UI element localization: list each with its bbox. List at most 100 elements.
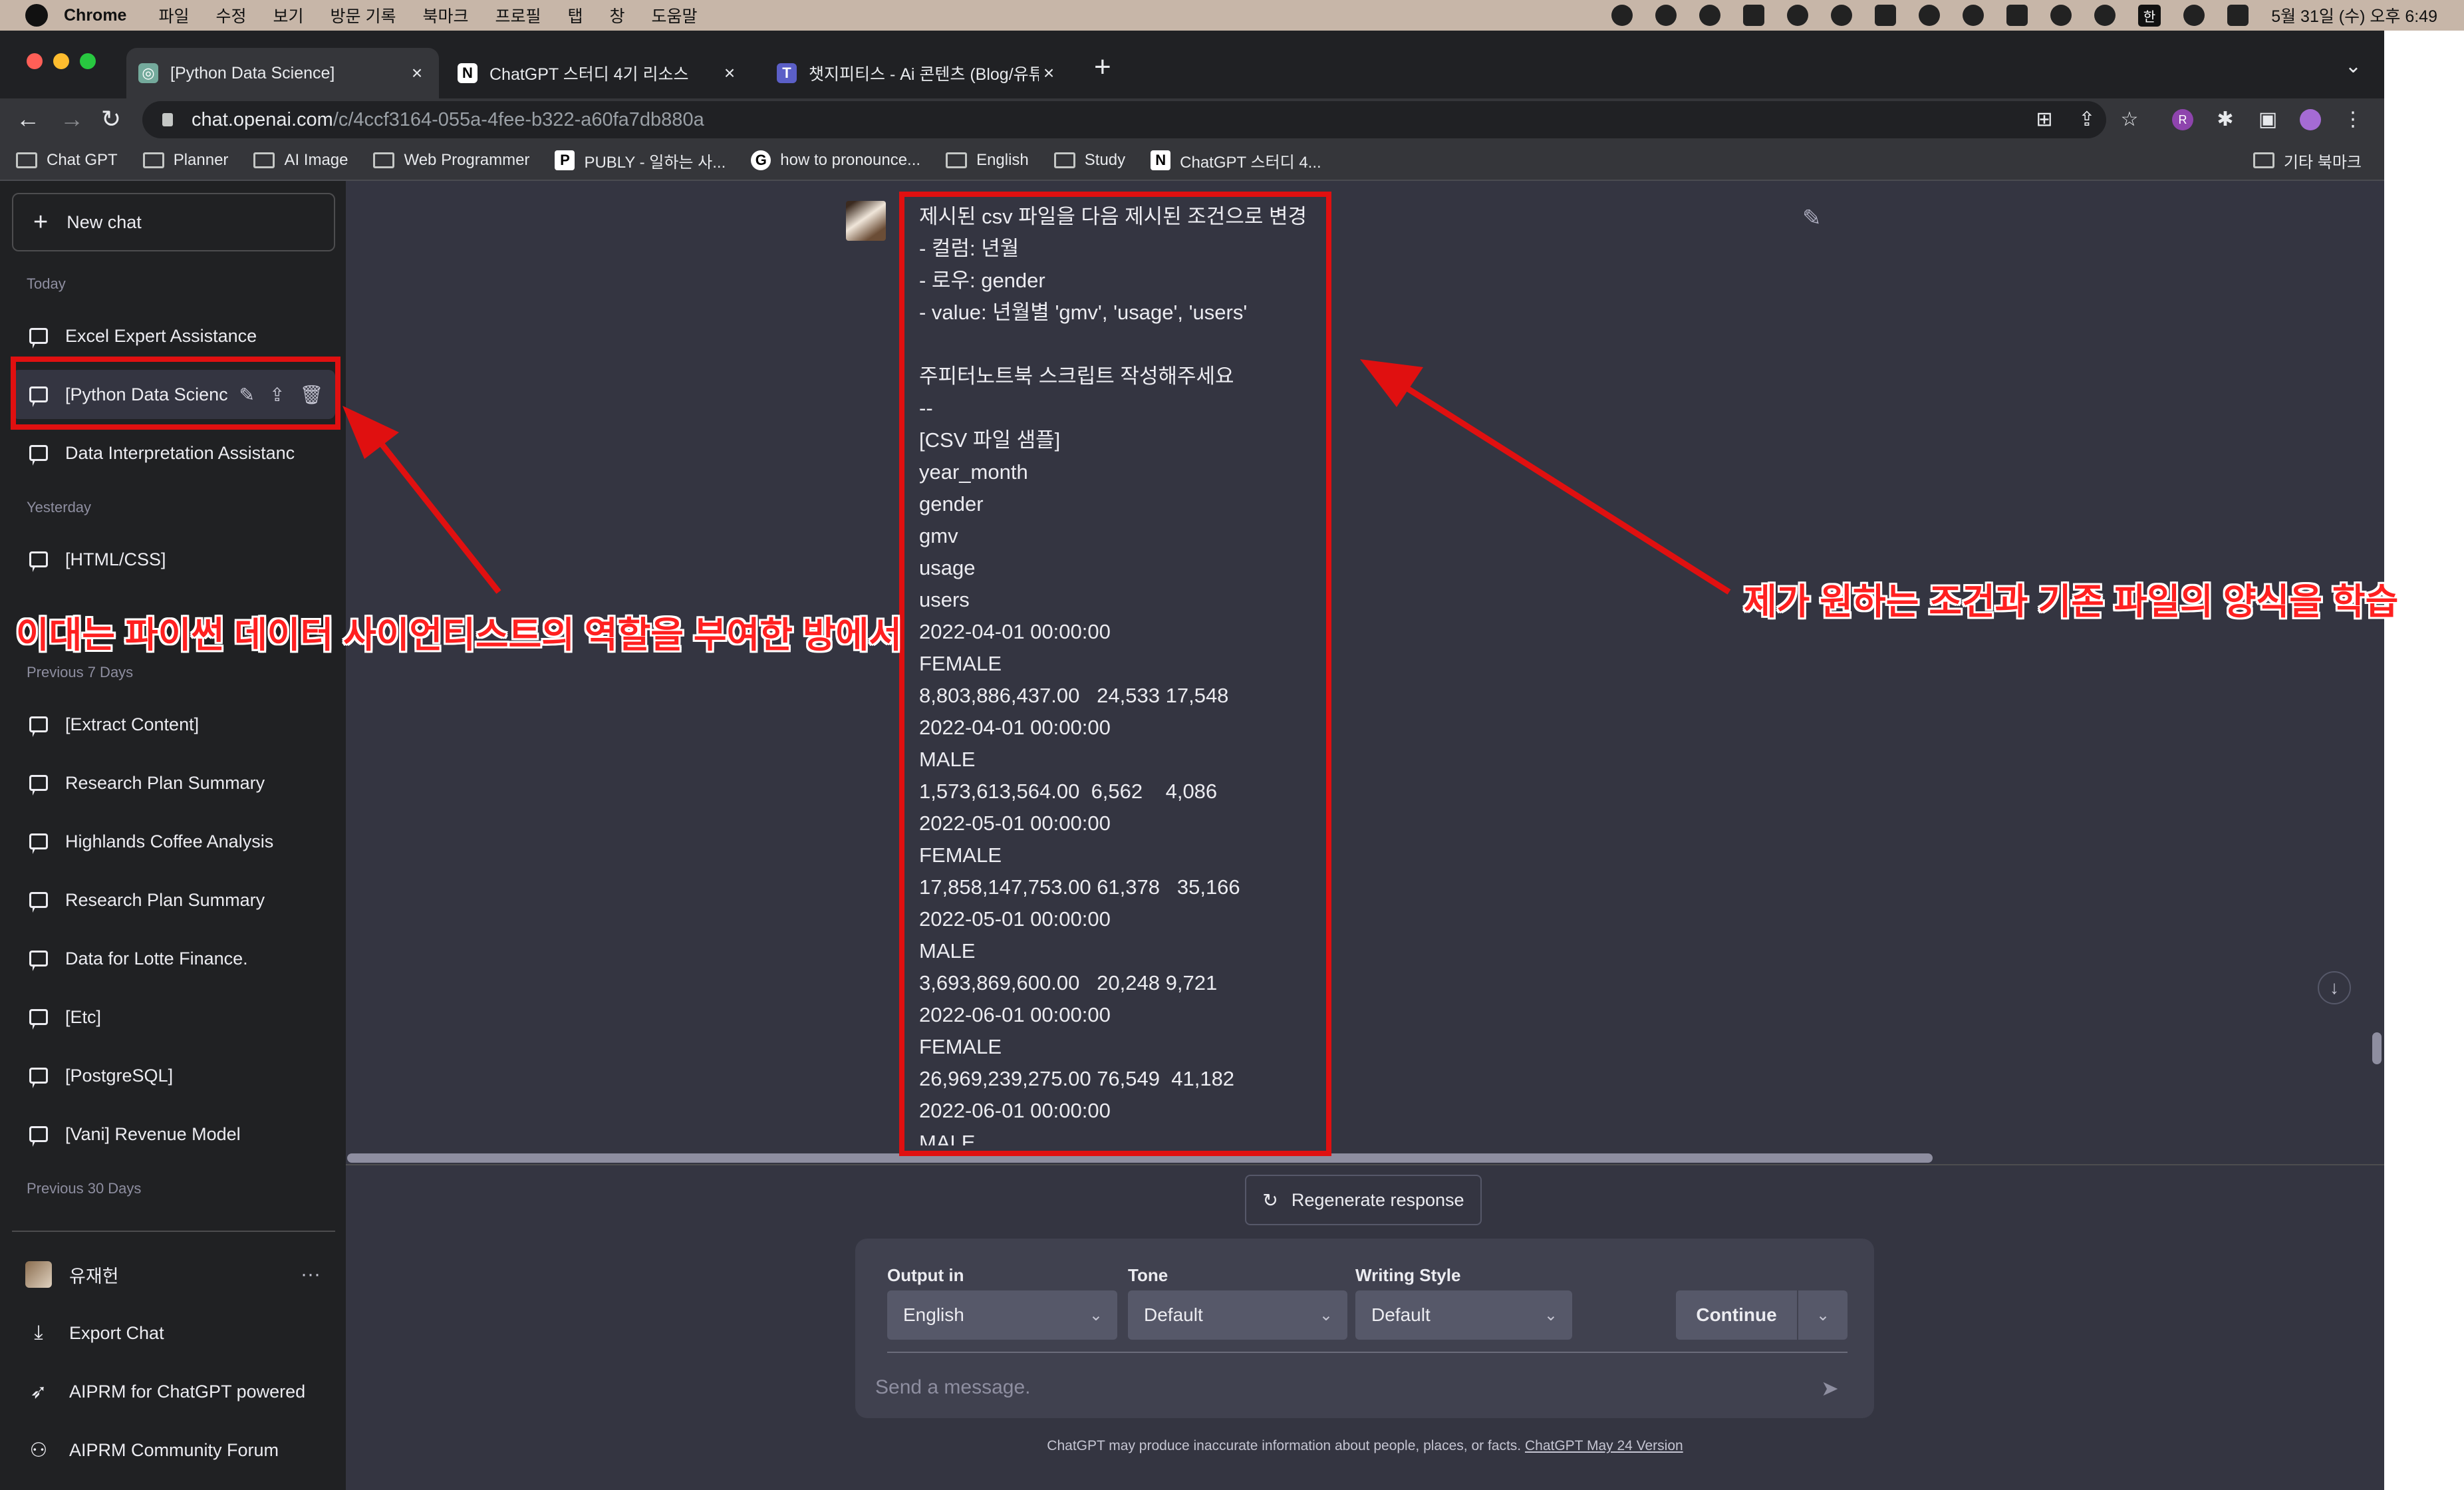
more-dots-icon[interactable]: ···: [301, 1263, 321, 1286]
tone-value: Default: [1144, 1304, 1203, 1325]
back-button[interactable]: ←: [16, 105, 40, 133]
edit-message-icon[interactable]: ✎: [1802, 205, 1822, 231]
menu-history[interactable]: 방문 기록: [331, 3, 396, 27]
sidebar-item-label: Research Plan Summary: [65, 772, 265, 793]
chat-bubble-icon: [29, 951, 48, 971]
bookmark-web-programmer[interactable]: Web Programmer: [373, 151, 529, 170]
control-center-icon[interactable]: [2227, 5, 2249, 26]
lock-icon[interactable]: [162, 113, 173, 126]
zoom-window-button[interactable]: [80, 53, 96, 69]
menu-bookmarks[interactable]: 북마크: [422, 3, 468, 27]
other-bookmarks[interactable]: 기타 북마크: [2253, 149, 2362, 172]
close-tab-icon[interactable]: ×: [1039, 63, 1059, 84]
output-language-label: Output in: [887, 1265, 964, 1285]
bookmark-ai-image[interactable]: AI Image: [253, 151, 348, 170]
minimize-window-button[interactable]: [53, 53, 69, 69]
sidebar-item-research-plan-summary-2[interactable]: Research Plan Summary: [12, 875, 335, 925]
message-input[interactable]: [875, 1368, 1806, 1408]
close-tab-icon[interactable]: ×: [407, 63, 427, 84]
menu-help[interactable]: 도움말: [652, 3, 698, 27]
puzzle-extensions-icon[interactable]: ✱: [2215, 109, 2236, 130]
tab-search-chevron-icon[interactable]: ⌄: [2345, 55, 2362, 78]
sidebar-item-etc[interactable]: [Etc]: [12, 992, 335, 1042]
sidebar-item-data-interpretation[interactable]: Data Interpretation Assistanc: [12, 428, 335, 478]
layout-icon[interactable]: [1874, 5, 1896, 26]
apple-icon[interactable]: [25, 4, 48, 27]
sidebar-item-html-css[interactable]: [HTML/CSS]: [12, 535, 335, 584]
continue-options-button[interactable]: ⌄: [1798, 1290, 1848, 1340]
status-app-icon[interactable]: [1742, 5, 1764, 26]
scroll-to-bottom-button[interactable]: ↓: [2318, 971, 2351, 1004]
share-icon[interactable]: ⇪: [2076, 109, 2098, 130]
forward-button[interactable]: →: [60, 105, 84, 133]
browser-toolbar: ← → ↻ chat.openai.com/c/4ccf3164-055a-4f…: [0, 98, 2384, 141]
profile-avatar[interactable]: [2300, 109, 2321, 130]
status-app-icon[interactable]: [1786, 5, 1808, 26]
user-avatar: [25, 1261, 52, 1288]
bookmark-study[interactable]: Study: [1053, 151, 1125, 170]
tab-chatgpts-blog[interactable]: T 챗지피티스 - Ai 콘텐츠 (Blog/유튜 ×: [765, 48, 1071, 98]
sidebar-item-highlands-coffee[interactable]: Highlands Coffee Analysis: [12, 817, 335, 866]
more-menu-icon[interactable]: ⋮: [2342, 109, 2364, 130]
menu-tab[interactable]: 탭: [568, 3, 583, 27]
menu-file[interactable]: 파일: [158, 3, 189, 27]
new-chat-button[interactable]: + New chat: [12, 193, 335, 251]
chevron-down-icon: ⌄: [1089, 1306, 1103, 1324]
sidebar-item-extract-content[interactable]: [Extract Content]: [12, 700, 335, 749]
bookmark-english[interactable]: English: [946, 151, 1029, 170]
new-tab-button[interactable]: +: [1094, 51, 1111, 84]
battery-icon[interactable]: [2006, 5, 2028, 26]
play-icon[interactable]: [1918, 5, 1940, 26]
bookmark-publy[interactable]: P PUBLY - 일하는 사...: [555, 149, 726, 172]
bluetooth-icon[interactable]: [1962, 5, 1984, 26]
regenerate-response-button[interactable]: ↻ Regenerate response: [1245, 1175, 1482, 1225]
sidebar-item-postgresql[interactable]: [PostgreSQL]: [12, 1051, 335, 1100]
bookmark-how-to-pronounce[interactable]: Ghow to pronounce...: [751, 150, 920, 170]
clock[interactable]: 5월 31일 (수) 오후 6:49: [2271, 3, 2437, 27]
output-language-select[interactable]: English ⌄: [887, 1290, 1117, 1340]
menu-window[interactable]: 창: [610, 3, 625, 27]
message-composer: Output in English ⌄ Tone Default ⌄ Writi…: [855, 1239, 1874, 1418]
input-source-indicator[interactable]: 한: [2137, 4, 2161, 27]
tab-chatgpt-study[interactable]: N ChatGPT 스터디 4기 리소스 ×: [446, 48, 752, 98]
new-chat-label: New chat: [67, 212, 142, 232]
export-chat-button[interactable]: ⤓ Export Chat: [12, 1306, 335, 1360]
menu-profiles[interactable]: 프로필: [495, 3, 541, 27]
writing-style-value: Default: [1371, 1304, 1431, 1325]
sidebar-item-vani-revenue-model[interactable]: [Vani] Revenue Model: [12, 1110, 335, 1159]
sidebar-item-research-plan-summary[interactable]: Research Plan Summary: [12, 758, 335, 808]
search-icon[interactable]: [2183, 5, 2205, 26]
tab-python-data-science[interactable]: ◎ [Python Data Science] ×: [126, 48, 439, 98]
user-menu[interactable]: 유재헌 ···: [12, 1248, 335, 1301]
bookmark-star-icon[interactable]: ☆: [2119, 109, 2140, 130]
bolt-icon[interactable]: [1830, 5, 1852, 26]
sidebar-item-excel-expert[interactable]: Excel Expert Assistance: [12, 311, 335, 361]
bookmark-planner[interactable]: Planner: [142, 151, 228, 170]
aiprm-community-forum-link[interactable]: ⚇ AIPRM Community Forum: [12, 1423, 335, 1477]
translate-icon[interactable]: ⊞: [2034, 109, 2055, 130]
airplay-icon[interactable]: [2094, 5, 2116, 26]
sidebar-item-lotte-finance[interactable]: Data for Lotte Finance.: [12, 934, 335, 983]
bookmark-chat-gpt[interactable]: Chat GPT: [16, 151, 118, 170]
side-panel-icon[interactable]: ▣: [2257, 109, 2278, 130]
continue-button[interactable]: Continue: [1676, 1290, 1797, 1340]
timer-icon[interactable]: [1655, 5, 1677, 26]
tone-select[interactable]: Default ⌄: [1128, 1290, 1347, 1340]
extension-icon[interactable]: R: [2172, 109, 2193, 130]
close-tab-icon[interactable]: ×: [720, 63, 740, 84]
reload-button[interactable]: ↻: [101, 105, 121, 133]
menu-app-name[interactable]: Chrome: [64, 6, 126, 25]
close-window-button[interactable]: [27, 53, 43, 69]
menu-edit[interactable]: 수정: [215, 3, 246, 27]
version-link[interactable]: ChatGPT May 24 Version: [1525, 1438, 1683, 1453]
vertical-scrollbar[interactable]: [2372, 1032, 2382, 1064]
send-icon[interactable]: ➤: [1821, 1376, 1839, 1401]
status-app-icon[interactable]: [1699, 5, 1720, 26]
bookmark-chatgpt-study[interactable]: N ChatGPT 스터디 4...: [1151, 149, 1321, 172]
address-bar[interactable]: chat.openai.com/c/4ccf3164-055a-4fee-b32…: [142, 101, 2106, 138]
status-app-icon[interactable]: [1611, 5, 1633, 26]
aiprm-powered-link[interactable]: ➶ AIPRM for ChatGPT powered: [12, 1365, 335, 1418]
writing-style-select[interactable]: Default ⌄: [1355, 1290, 1572, 1340]
menu-view[interactable]: 보기: [273, 3, 304, 27]
user-icon[interactable]: [2050, 5, 2072, 26]
